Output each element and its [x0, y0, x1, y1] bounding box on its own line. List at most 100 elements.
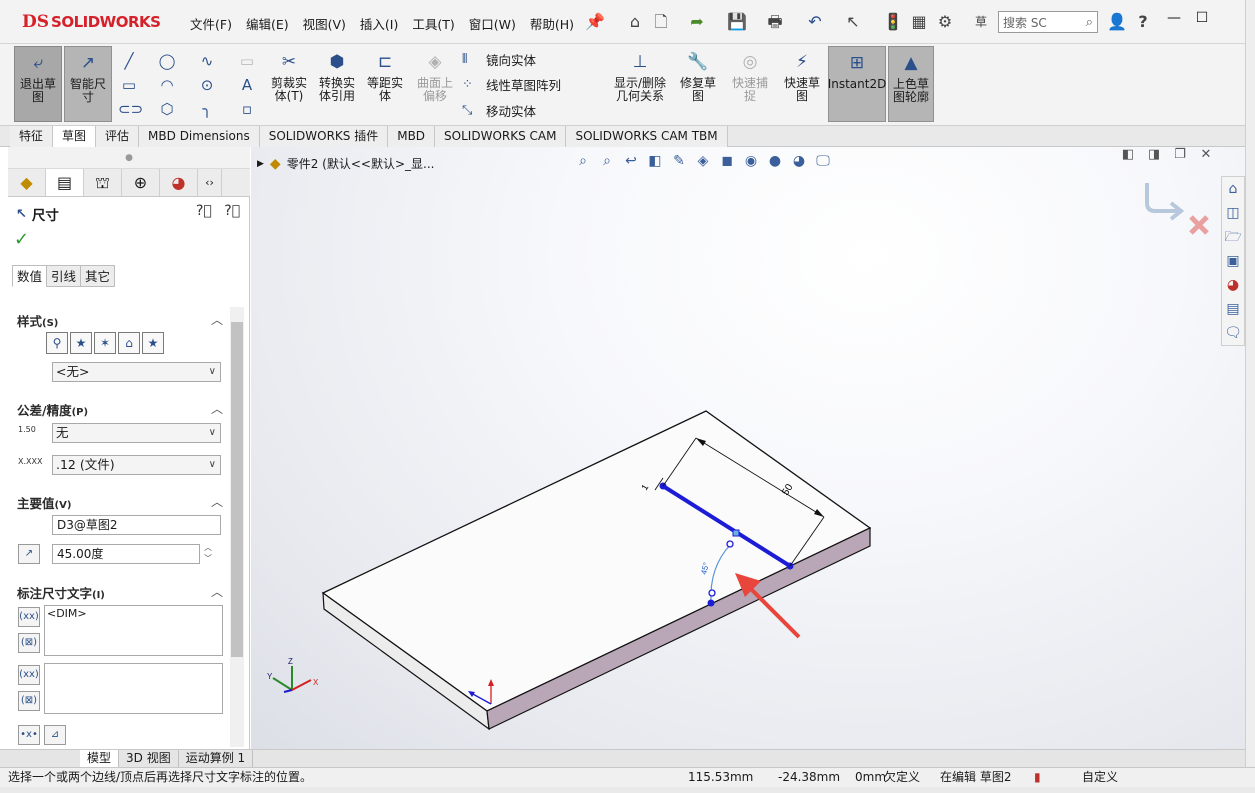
- subtab-value[interactable]: 数值: [12, 265, 48, 287]
- convert-entities-button[interactable]: ⬢ 转换实体引用: [314, 46, 360, 122]
- dimension-text-bottom[interactable]: [44, 663, 223, 714]
- menu-help[interactable]: 帮助(H): [530, 14, 574, 33]
- select-icon[interactable]: ↖: [842, 11, 864, 33]
- subtab-leaders[interactable]: 引线: [46, 265, 82, 287]
- display-delete-relations-button[interactable]: ⊥ 显示/删除几何关系: [610, 46, 670, 122]
- dimension-text-top[interactable]: <DIM>: [44, 605, 223, 656]
- graphics-area[interactable]: ▶ ◆ 零件2 (默认<<默认>_显... ⌕ ⌕ ↩ ◧ ✎ ◈ ◼ ◉ ● …: [251, 147, 1245, 749]
- circle-icon[interactable]: ◯: [156, 50, 178, 72]
- slot-icon[interactable]: ⊂⊃: [118, 98, 143, 120]
- tab-mbd-dimensions[interactable]: MBD Dimensions: [139, 126, 260, 147]
- repair-sketch-button[interactable]: 🔧 修复草图: [674, 46, 722, 122]
- menu-window[interactable]: 窗口(W): [469, 14, 516, 33]
- dimension-name-input[interactable]: D3@草图2: [52, 515, 221, 535]
- search-input[interactable]: 搜索 SC ⌕: [998, 11, 1098, 33]
- linear-pattern-button[interactable]: ⁘ 线性草图阵列: [462, 75, 561, 94]
- tab-model[interactable]: 模型: [80, 750, 120, 767]
- forum-icon[interactable]: 🗨: [1222, 321, 1244, 345]
- center-text-icon[interactable]: •x•: [18, 725, 40, 745]
- menu-tools[interactable]: 工具(T): [412, 14, 454, 33]
- polygon-icon[interactable]: ⬡: [156, 98, 178, 120]
- value-spinner[interactable]: ︿ ﹀: [204, 542, 212, 564]
- new-document-icon[interactable]: 🗋: [650, 11, 672, 33]
- fillet-icon[interactable]: ╮: [196, 98, 218, 120]
- scrollbar-thumb[interactable]: [231, 322, 243, 657]
- tolerance-collapse-icon[interactable]: ︿: [211, 400, 223, 417]
- menu-view[interactable]: 视图(V): [303, 14, 346, 33]
- file-properties-icon[interactable]: ▦: [908, 11, 930, 33]
- spline-icon[interactable]: ∿: [196, 50, 218, 72]
- maximize-icon[interactable]: ☐: [1188, 10, 1216, 26]
- dimension-text-collapse-icon[interactable]: ︿: [211, 583, 223, 600]
- file-explorer-icon[interactable]: 🗁: [1222, 225, 1244, 249]
- tab-mbd[interactable]: MBD: [388, 126, 436, 147]
- save-style-icon[interactable]: ⌂: [118, 332, 140, 354]
- style-select[interactable]: <无> ∨: [52, 362, 221, 382]
- more-icon[interactable]: 草: [970, 11, 992, 33]
- print-icon[interactable]: 🖶: [764, 11, 786, 33]
- help-question-icon[interactable]: ?: [1132, 11, 1154, 33]
- user-icon[interactable]: 👤: [1106, 11, 1128, 33]
- view-triad[interactable]: Z Y X: [267, 657, 319, 693]
- help-icon[interactable]: ?⃝: [224, 203, 240, 219]
- primary-value-section-header[interactable]: 主要值(V): [17, 493, 71, 512]
- offset-text-icon[interactable]: ⊿: [44, 725, 66, 745]
- tab-cam-tbm[interactable]: SOLIDWORKS CAM TBM: [566, 126, 728, 147]
- arc-icon[interactable]: ◠: [156, 74, 178, 96]
- save-icon[interactable]: 💾: [726, 11, 748, 33]
- offset-on-surface-button[interactable]: ◈ 曲面上偏移: [412, 46, 458, 122]
- tab-features[interactable]: 特征: [10, 126, 54, 147]
- delete-style-icon[interactable]: ✶: [94, 332, 116, 354]
- dimension-value-input[interactable]: 45.00度: [52, 544, 200, 564]
- plane-icon[interactable]: ▭: [236, 50, 258, 72]
- solidworks-resources-icon[interactable]: ⌂: [1222, 177, 1244, 201]
- property-manager-tab-icon[interactable]: ▤: [46, 169, 84, 196]
- custom-properties-icon[interactable]: ▤: [1222, 297, 1244, 321]
- ok-checkmark-icon[interactable]: ✓: [14, 229, 29, 250]
- shaded-contours-button[interactable]: ▲ 上色草图轮廓: [888, 46, 934, 122]
- add-style-icon[interactable]: ★: [70, 332, 92, 354]
- status-units[interactable]: 自定义: [1082, 768, 1118, 787]
- quick-snaps-button[interactable]: ◎ 快速捕捉: [726, 46, 774, 122]
- primary-collapse-icon[interactable]: ︿: [211, 493, 223, 510]
- menu-file[interactable]: 文件(F): [190, 14, 232, 33]
- rapid-sketch-button[interactable]: ⚡ 快速草图: [778, 46, 826, 122]
- move-entities-button[interactable]: ⤡ 移动实体: [462, 101, 536, 120]
- apply-default-style-icon[interactable]: ⚲: [46, 332, 68, 354]
- options-gear-icon[interactable]: ⚙: [934, 11, 956, 33]
- ellipse-icon[interactable]: ⊙: [196, 74, 218, 96]
- style-collapse-icon[interactable]: ︿: [211, 311, 223, 328]
- tab-sketch[interactable]: 草图: [53, 126, 97, 147]
- home-icon[interactable]: ⌂: [624, 11, 646, 33]
- more-tabs-icon[interactable]: ‹›: [198, 169, 222, 196]
- tolerance-type-select[interactable]: 无 ∨: [52, 423, 221, 443]
- dimxpert-tab-icon[interactable]: ⊕: [122, 169, 160, 196]
- dimension-text-section-header[interactable]: 标注尺寸文字(I): [17, 583, 105, 602]
- tab-3d-views[interactable]: 3D 视图: [119, 750, 179, 767]
- point-icon[interactable]: ▫: [236, 98, 258, 120]
- model-view[interactable]: 50 1 45° Z Y X: [251, 147, 1245, 749]
- whats-wrong-icon[interactable]: ?⃝: [196, 203, 212, 219]
- design-library-icon[interactable]: ◫: [1222, 201, 1244, 225]
- line-icon[interactable]: ╱: [118, 50, 140, 72]
- appearances-icon[interactable]: ◕: [1222, 273, 1244, 297]
- menu-edit[interactable]: 编辑(E): [246, 14, 289, 33]
- text-icon[interactable]: A: [236, 74, 258, 96]
- panel-grip[interactable]: ●: [8, 147, 250, 169]
- add-parentheses-bottom-icon[interactable]: (⊠): [18, 691, 40, 711]
- instant2d-button[interactable]: ⊞ Instant2D: [828, 46, 886, 122]
- insert-dim-icon[interactable]: (xx): [18, 607, 40, 627]
- tab-motion-study[interactable]: 运动算例 1: [179, 750, 254, 767]
- feature-manager-tab-icon[interactable]: ◆: [8, 169, 46, 196]
- minimize-icon[interactable]: —: [1160, 10, 1188, 26]
- tolerance-section-header[interactable]: 公差/精度(P): [17, 400, 88, 419]
- offset-entities-button[interactable]: ⊏ 等距实体: [362, 46, 408, 122]
- view-palette-icon[interactable]: ▣: [1222, 249, 1244, 273]
- mirror-entities-button[interactable]: ⫴ 镜向实体: [462, 50, 536, 69]
- tab-evaluate[interactable]: 评估: [96, 126, 140, 147]
- style-section-header[interactable]: 样式(S): [17, 311, 58, 330]
- open-icon[interactable]: ➦: [686, 11, 708, 33]
- exit-sketch-button[interactable]: ⤶ 退出草图: [14, 46, 62, 122]
- sketch-midpoint[interactable]: [732, 529, 740, 537]
- menu-insert[interactable]: 插入(I): [360, 14, 398, 33]
